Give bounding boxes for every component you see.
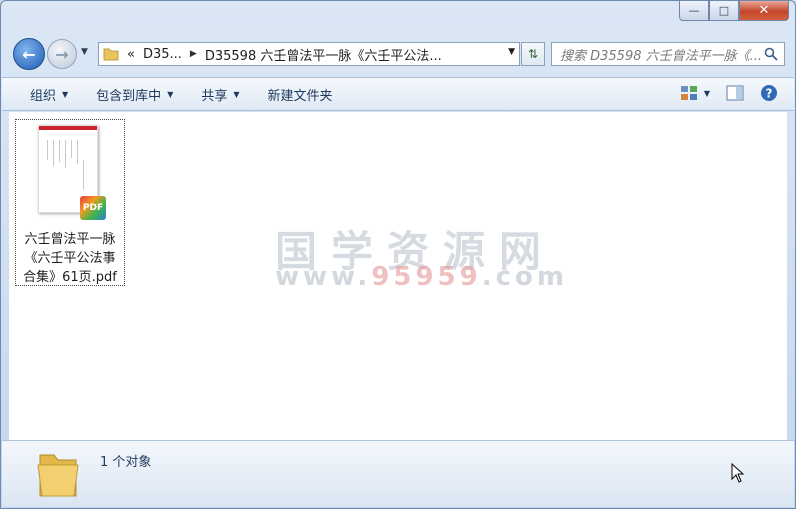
view-dropdown-icon[interactable]: ▼ — [704, 89, 710, 98]
view-mode-icon[interactable] — [680, 85, 698, 101]
watermark-url: www.95959.com — [275, 262, 568, 292]
mouse-cursor-icon — [731, 463, 745, 483]
refresh-button[interactable]: ⇅ — [521, 42, 545, 66]
address-bar[interactable]: « D35... ▶ D35598 六壬曾法平一脉《六壬平公法... ▼ — [98, 42, 520, 66]
file-name: 六壬曾法平一脉 《六壬平公法事 合集》61页.pdf — [16, 230, 124, 287]
refresh-icon: ⇅ — [527, 47, 539, 61]
search-input[interactable]: 搜索 D35598 六壬曾法平一脉《... — [551, 42, 785, 66]
command-bar: 组织 ▼ 包含到库中 ▼ 共享 ▼ 新建文件夹 ▼ ? — [2, 77, 794, 111]
preview-pane-icon[interactable] — [726, 85, 744, 101]
back-arrow-icon: ← — [22, 44, 36, 64]
item-count: 1 个对象 — [100, 455, 152, 470]
breadcrumb-item[interactable]: D35... — [143, 47, 182, 62]
forward-button[interactable]: → — [47, 39, 77, 69]
file-name-line: 《六壬平公法事 — [24, 251, 116, 266]
explorer-window: — □ ✕ ← → ▼ « D35... ▶ D35598 六壬曾法平一脉《六壬… — [0, 0, 796, 509]
search-icon[interactable] — [764, 47, 778, 61]
watermark-url-number: 95959 — [371, 262, 482, 292]
caption-buttons: — □ ✕ — [679, 1, 789, 21]
organize-button[interactable]: 组织 ▼ — [2, 85, 82, 104]
status-bar: 1 个对象 — [2, 440, 794, 507]
pdf-badge-icon: PDF — [80, 196, 106, 220]
chevron-down-icon: ▼ — [62, 89, 69, 99]
watermark-url-suffix: .com — [481, 262, 568, 292]
forward-arrow-icon: → — [55, 44, 69, 64]
folder-icon — [103, 48, 119, 61]
share-button[interactable]: 共享 ▼ — [187, 85, 253, 104]
file-name-line: 合集》61页.pdf — [23, 270, 117, 285]
maximize-button[interactable]: □ — [709, 1, 739, 21]
search-placeholder: 搜索 D35598 六壬曾法平一脉《... — [560, 48, 763, 64]
new-folder-label: 新建文件夹 — [267, 88, 333, 104]
navigation-row: ← → ▼ « D35... ▶ D35598 六壬曾法平一脉《六壬平公法...… — [9, 37, 787, 71]
watermark-url-prefix: www. — [275, 262, 372, 292]
close-button[interactable]: ✕ — [739, 1, 789, 21]
help-icon[interactable]: ? — [760, 84, 778, 102]
breadcrumb-separator-icon[interactable]: ▶ — [190, 49, 197, 59]
file-name-line: 六壬曾法平一脉 — [24, 232, 116, 247]
include-library-label: 包含到库中 — [96, 88, 162, 104]
file-item[interactable]: PDF 六壬曾法平一脉 《六壬平公法事 合集》61页.pdf — [15, 119, 125, 286]
file-list-area[interactable]: PDF 六壬曾法平一脉 《六壬平公法事 合集》61页.pdf 国学资源网 www… — [9, 112, 787, 440]
chevron-down-icon: ▼ — [167, 89, 174, 99]
chevron-down-icon: ▼ — [233, 89, 240, 99]
view-controls: ▼ ? — [664, 84, 778, 102]
address-dropdown-icon[interactable]: ▼ — [508, 47, 515, 57]
new-folder-button[interactable]: 新建文件夹 — [254, 85, 347, 104]
recent-pages-dropdown[interactable]: ▼ — [81, 47, 88, 57]
include-library-button[interactable]: 包含到库中 ▼ — [82, 85, 187, 104]
breadcrumb-item[interactable]: D35598 六壬曾法平一脉《六壬平公法... — [205, 45, 442, 64]
folder-icon — [37, 454, 79, 497]
organize-label: 组织 — [30, 88, 57, 104]
svg-text:?: ? — [766, 87, 773, 101]
back-button[interactable]: ← — [13, 38, 45, 70]
address-overflow[interactable]: « — [127, 47, 135, 62]
share-label: 共享 — [201, 88, 228, 104]
minimize-button[interactable]: — — [679, 1, 709, 21]
